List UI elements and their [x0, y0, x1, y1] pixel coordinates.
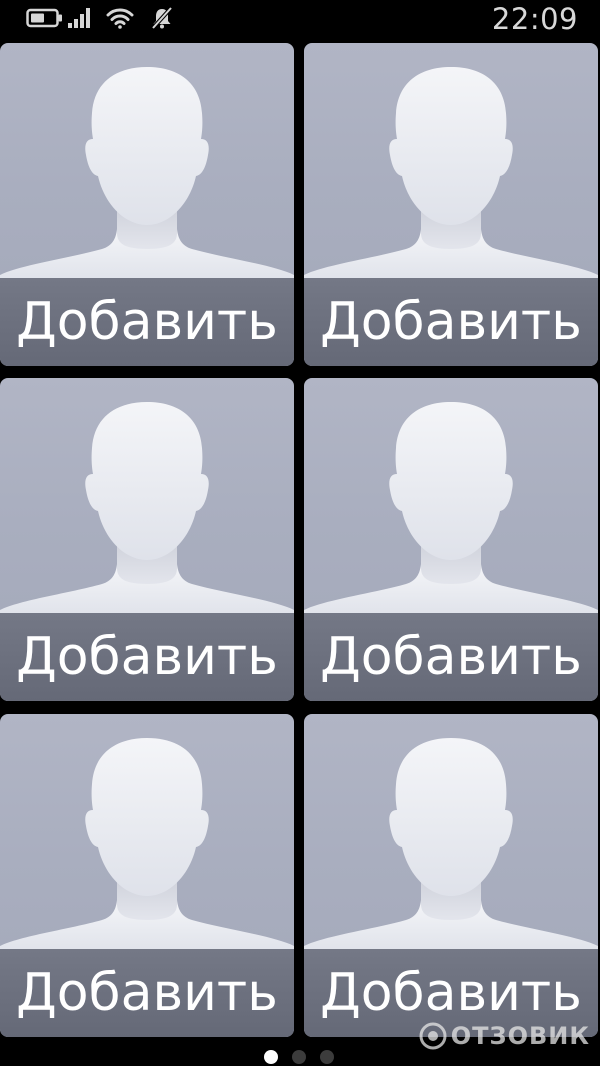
- page-dot-2[interactable]: [292, 1050, 306, 1064]
- signal-icon: [68, 7, 92, 33]
- add-contact-label: Добавить: [304, 278, 598, 366]
- add-contact-label: Добавить: [0, 613, 294, 701]
- watermark-text: ОТЗОВИК: [450, 1022, 590, 1050]
- contact-tile-4[interactable]: Добавить: [304, 378, 598, 701]
- notifications-muted-icon: [150, 6, 174, 34]
- status-clock: 22:09: [491, 2, 578, 36]
- page-dot-3[interactable]: [320, 1050, 334, 1064]
- wifi-icon: [106, 7, 134, 33]
- contact-tile-3[interactable]: Добавить: [0, 378, 294, 701]
- battery-icon: [26, 7, 64, 33]
- status-icons: [26, 6, 174, 34]
- contact-tile-5[interactable]: Добавить: [0, 714, 294, 1037]
- page-dot-1[interactable]: [264, 1050, 278, 1064]
- contact-tile-1[interactable]: Добавить: [0, 43, 294, 366]
- add-contact-label: Добавить: [0, 949, 294, 1037]
- add-contact-label: Добавить: [0, 278, 294, 366]
- page-indicator[interactable]: [0, 1049, 600, 1065]
- contact-tile-6[interactable]: Добавить: [304, 714, 598, 1037]
- watermark-logo-icon: [419, 1022, 447, 1050]
- status-bar: 22:09: [0, 0, 600, 40]
- contact-tile-2[interactable]: Добавить: [304, 43, 598, 366]
- watermark: ОТЗОВИК: [419, 1022, 590, 1050]
- add-contact-label: Добавить: [304, 613, 598, 701]
- screen: 22:09 Добавить Добавить Добавить Добавит…: [0, 0, 600, 1066]
